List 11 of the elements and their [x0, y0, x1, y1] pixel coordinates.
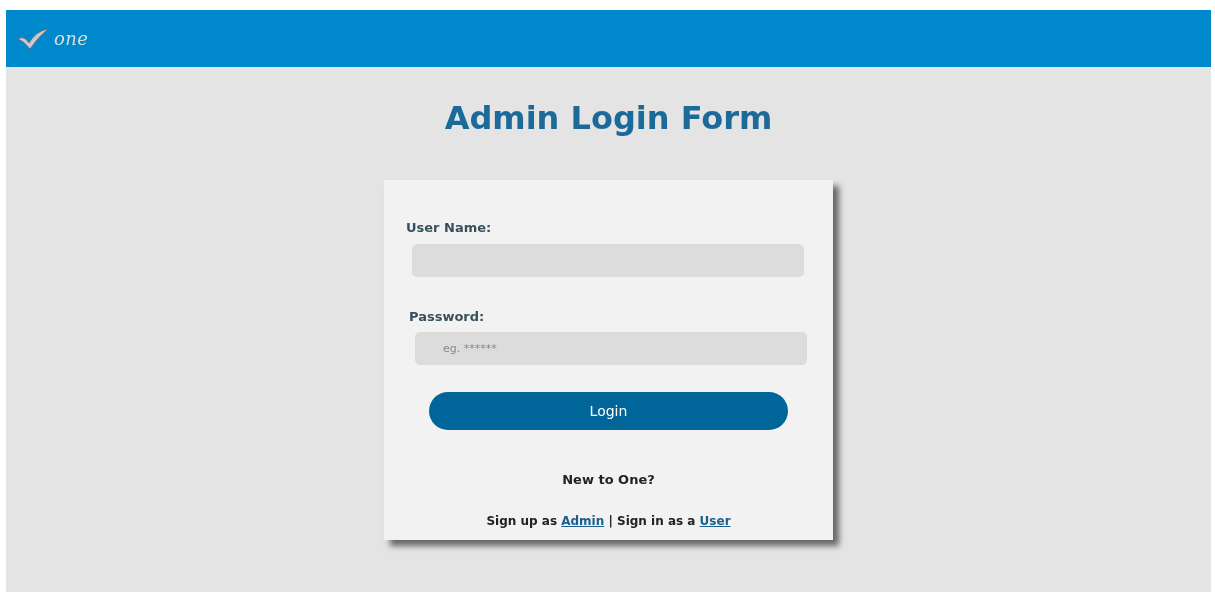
field-label: Password: [409, 307, 486, 326]
checkmark-icon [16, 26, 50, 51]
signup-signin-text: Sign up as Admin | Sign in as a User [486, 512, 731, 530]
account-link[interactable]: User [699, 513, 731, 528]
login-button[interactable]: Login [429, 392, 788, 430]
new-user-prompt: New to One? [562, 471, 655, 489]
field-label: User Name: [406, 219, 493, 237]
account-link[interactable]: Admin [561, 513, 605, 528]
input-field[interactable]: eg. ****** [415, 332, 807, 365]
page-title: Admin Login Form [444, 98, 773, 139]
logo-text: one [54, 27, 89, 51]
